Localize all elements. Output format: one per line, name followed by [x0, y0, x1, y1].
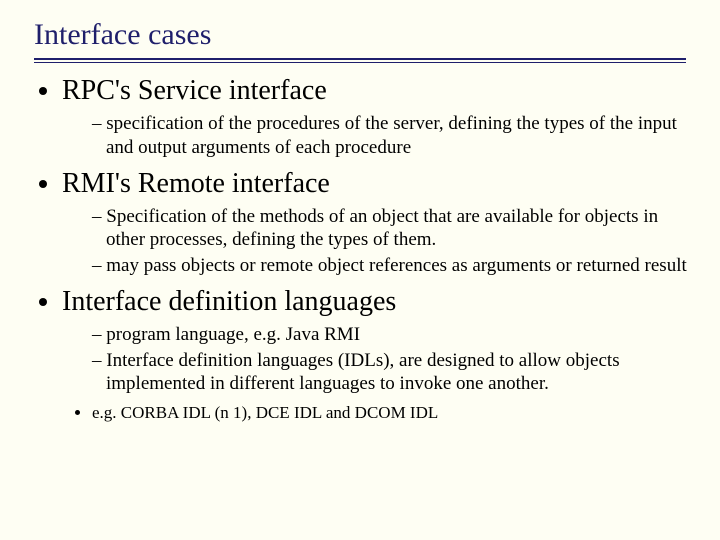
bullet-3-subsub-1: e.g. CORBA IDL (n 1), DCE IDL and DCOM I…: [92, 402, 692, 424]
bullet-3-sub: program language, e.g. Java RMI Interfac…: [62, 323, 692, 396]
bullet-3-sub-1: program language, e.g. Java RMI: [92, 323, 692, 347]
bullet-1-sub-1: specification of the procedures of the s…: [92, 112, 692, 160]
bullet-2-text: RMI's Remote interface: [62, 168, 330, 199]
slide-title: Interface cases: [34, 18, 692, 52]
bullet-2-sub-1: Specification of the methods of an objec…: [92, 205, 692, 253]
bullet-2: RMI's Remote interface Specification of …: [62, 166, 692, 278]
bullet-1: RPC's Service interface specification of…: [62, 73, 692, 160]
title-underline: [34, 58, 686, 63]
bullet-1-text: RPC's Service interface: [62, 75, 327, 106]
bullet-list: RPC's Service interface specification of…: [28, 73, 692, 424]
bullet-2-sub-2: may pass objects or remote object refere…: [92, 254, 692, 278]
bullet-3-text: Interface definition languages: [62, 286, 396, 317]
bullet-3-sub-2: Interface definition languages (IDLs), a…: [92, 349, 692, 397]
bullet-3-subsub: e.g. CORBA IDL (n 1), DCE IDL and DCOM I…: [62, 402, 692, 424]
bullet-1-sub: specification of the procedures of the s…: [62, 112, 692, 160]
bullet-2-sub: Specification of the methods of an objec…: [62, 205, 692, 278]
slide: Interface cases RPC's Service interface …: [0, 0, 720, 442]
bullet-3: Interface definition languages program l…: [62, 284, 692, 424]
